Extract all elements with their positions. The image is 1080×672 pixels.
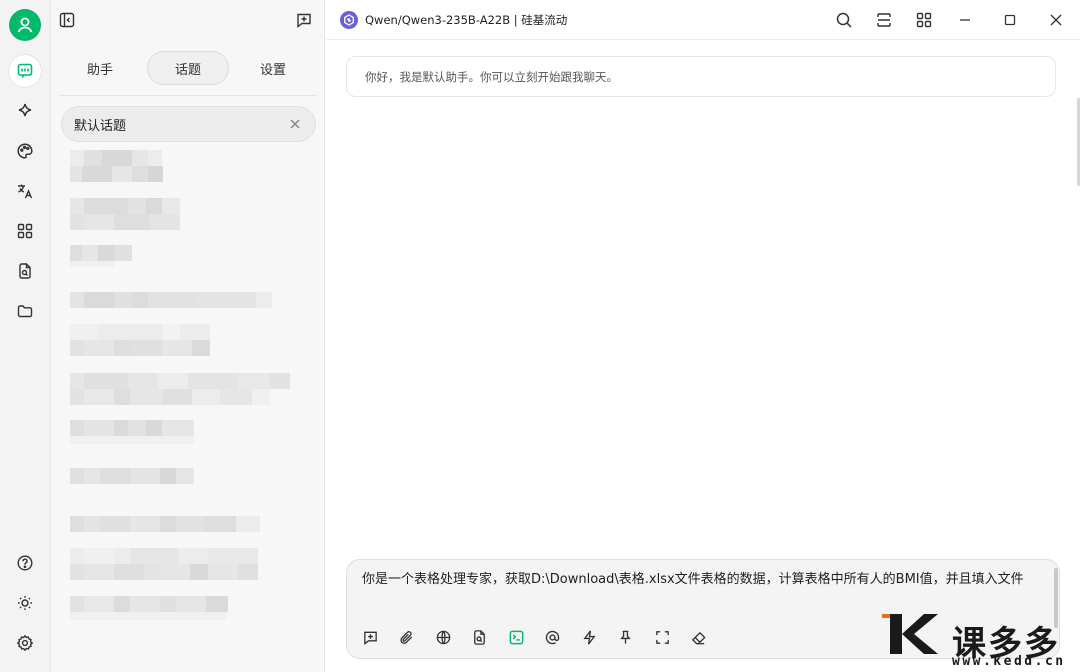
topic-title: 默认话题 [74,118,127,134]
topic-item[interactable] [70,198,180,230]
palette-icon[interactable] [9,135,41,167]
new-topic-icon[interactable] [293,9,315,31]
file-search-icon[interactable] [9,255,41,287]
topic-item[interactable] [70,516,260,532]
topic-item[interactable] [70,548,258,580]
search-icon[interactable] [833,9,855,31]
tab-settings[interactable]: 设置 [232,51,314,85]
brand-watermark: 课多多 www.kedd.cn [880,612,1080,672]
app-window: 助手 话题 设置 默认话题 Qwen/Qwen3-235B-A22B | 硅基流… [0,0,1080,672]
tab-assistant[interactable]: 助手 [59,51,141,85]
assistant-greeting: 你好，我是默认助手。你可以立刻开始跟我聊天。 [346,56,1056,97]
brand-url: www.kedd.cn [952,654,1066,669]
model-logo-icon [340,11,358,29]
user-avatar-icon[interactable] [9,9,41,41]
pin-icon[interactable] [615,626,637,648]
fullscreen-icon[interactable] [651,626,673,648]
translate-icon[interactable] [9,175,41,207]
topic-item[interactable] [70,596,228,620]
topic-panel: 助手 话题 设置 默认话题 [51,0,325,672]
clear-icon[interactable] [688,626,710,648]
apps-grid-icon[interactable] [913,9,935,31]
sparkle-icon[interactable] [9,95,41,127]
close-window-icon[interactable] [1045,9,1067,31]
attachment-icon[interactable] [396,626,418,648]
icon-rail [0,0,51,672]
topic-item[interactable] [70,373,290,405]
knowledge-file-icon[interactable] [469,626,491,648]
main-header: Qwen/Qwen3-235B-A22B | 硅基流动 [326,0,1080,40]
brand-logo-icon [882,614,938,654]
web-search-icon[interactable] [432,626,454,648]
message-input[interactable]: 你是一个表格处理专家，获取D:\Download\表格.xlsx文件表格的数据，… [362,570,1052,590]
chat-area: 你好，我是默认助手。你可以立刻开始跟我聊天。 你是一个表格处理专家，获取D:\D… [326,40,1080,672]
composer-toolbar [359,626,724,648]
topic-item[interactable] [70,150,163,182]
topic-item[interactable] [70,468,194,484]
topic-item-selected[interactable]: 默认话题 [61,106,316,142]
brightness-icon[interactable] [9,587,41,619]
topic-item[interactable] [70,324,210,356]
folder-icon[interactable] [9,295,41,327]
chat-icon[interactable] [9,55,41,87]
topic-item[interactable] [70,420,194,444]
sidebar-toggle-icon[interactable] [56,9,78,31]
help-icon[interactable] [9,547,41,579]
topic-item[interactable] [70,292,272,308]
maximize-icon[interactable] [999,9,1021,31]
panel-tabs: 助手 话题 设置 [59,48,317,96]
quick-phrase-icon[interactable] [578,626,600,648]
model-label: Qwen/Qwen3-235B-A22B | 硅基流动 [365,13,568,27]
terminal-mcp-icon[interactable] [505,626,527,648]
layout-split-icon[interactable] [873,9,895,31]
topic-item[interactable] [70,245,132,267]
model-selector[interactable]: Qwen/Qwen3-235B-A22B | 硅基流动 [340,10,567,30]
minimize-icon[interactable] [954,9,976,31]
mention-icon[interactable] [542,626,564,648]
new-topic-icon[interactable] [359,626,381,648]
close-icon[interactable] [287,116,303,132]
apps-grid-icon[interactable] [9,215,41,247]
tab-topics[interactable]: 话题 [147,51,229,85]
settings-icon[interactable] [9,627,41,659]
